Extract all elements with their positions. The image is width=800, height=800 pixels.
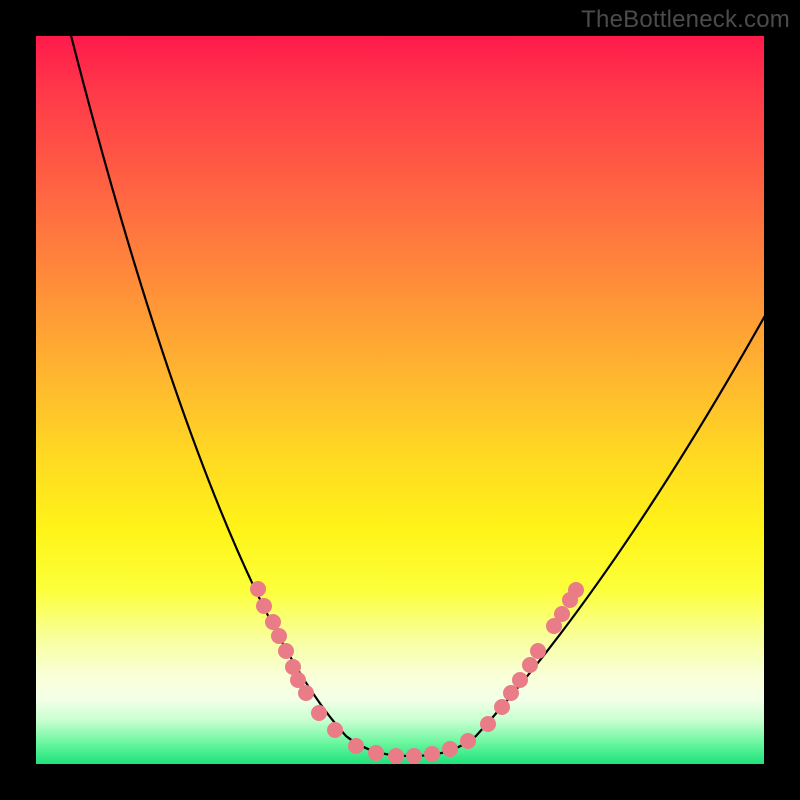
data-marker: [554, 606, 570, 622]
data-marker: [568, 582, 584, 598]
plot-area: [36, 36, 764, 764]
data-marker: [278, 643, 294, 659]
data-marker: [327, 722, 343, 738]
data-marker: [424, 746, 440, 762]
data-marker: [460, 733, 476, 749]
data-marker: [522, 657, 538, 673]
bottleneck-curve-path: [61, 36, 764, 756]
data-marker: [265, 614, 281, 630]
data-marker: [442, 741, 458, 757]
data-marker: [298, 685, 314, 701]
data-marker: [256, 598, 272, 614]
data-marker: [494, 699, 510, 715]
data-marker: [480, 716, 496, 732]
data-marker: [348, 738, 364, 754]
data-marker: [250, 581, 266, 597]
curve-layer: [36, 36, 764, 764]
data-marker: [311, 705, 327, 721]
chart-frame: TheBottleneck.com: [0, 0, 800, 800]
data-marker: [503, 685, 519, 701]
data-marker: [388, 748, 404, 764]
data-marker: [530, 643, 546, 659]
marker-layer: [250, 581, 584, 764]
data-marker: [512, 672, 528, 688]
data-marker: [368, 745, 384, 761]
data-marker: [406, 748, 422, 764]
data-marker: [271, 628, 287, 644]
watermark-text: TheBottleneck.com: [581, 6, 790, 34]
